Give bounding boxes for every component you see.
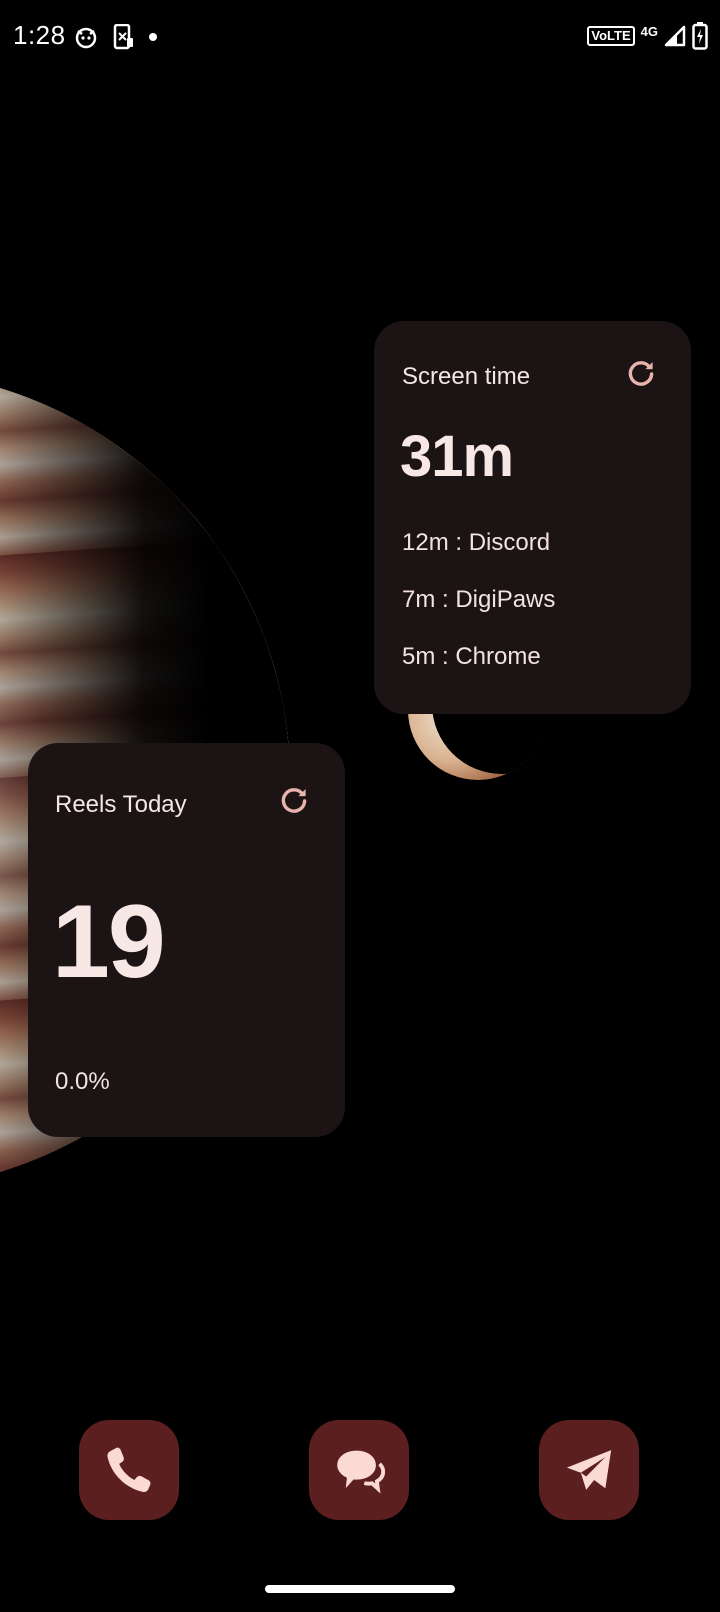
home-screen: 1:28 VoLTE 4G Screen time 31m 12m: Disc… bbox=[0, 0, 720, 1612]
telegram-icon bbox=[566, 1450, 612, 1490]
status-notification-icons bbox=[74, 24, 158, 50]
phone-screen-icon bbox=[113, 24, 133, 50]
dock-phone-app[interactable] bbox=[79, 1420, 179, 1520]
status-time: 1:28 bbox=[13, 20, 66, 50]
status-system-icons: VoLTE 4G bbox=[587, 22, 708, 50]
dot-icon bbox=[149, 33, 157, 41]
dock-messages-app[interactable] bbox=[309, 1420, 409, 1520]
screen-time-total: 31m bbox=[400, 424, 514, 489]
phone-icon bbox=[107, 1447, 151, 1493]
home-indicator[interactable] bbox=[265, 1585, 455, 1593]
refresh-icon[interactable] bbox=[624, 357, 658, 391]
screen-time-title: Screen time bbox=[402, 363, 531, 390]
reels-today-widget[interactable]: Reels Today 19 0.0% bbox=[28, 743, 345, 1137]
status-bar: 1:28 VoLTE 4G bbox=[0, 0, 720, 76]
network-type: 4G bbox=[640, 24, 658, 39]
reels-count: 19 bbox=[52, 884, 166, 1000]
battery-charging-icon bbox=[692, 22, 708, 50]
refresh-icon[interactable] bbox=[277, 784, 311, 818]
messages-icon bbox=[337, 1450, 386, 1494]
signal-icon bbox=[664, 25, 686, 47]
reels-percent: 0.0% bbox=[55, 1068, 110, 1095]
reels-today-title: Reels Today bbox=[55, 791, 187, 818]
screen-time-widget[interactable]: Screen time 31m 12m : Discord 7m : DigiP… bbox=[374, 321, 691, 714]
app-usage-item: 12m : Discord bbox=[402, 529, 551, 556]
app-usage-item: 7m : DigiPaws bbox=[402, 586, 556, 613]
dock-telegram-app[interactable] bbox=[539, 1420, 639, 1520]
app-usage-list: 12m : Discord 7m : DigiPaws 5m : Chrome bbox=[402, 529, 555, 700]
cat-face-icon bbox=[75, 27, 97, 49]
volte-badge: VoLTE bbox=[587, 26, 635, 46]
app-usage-item: 5m : Chrome bbox=[402, 643, 541, 670]
